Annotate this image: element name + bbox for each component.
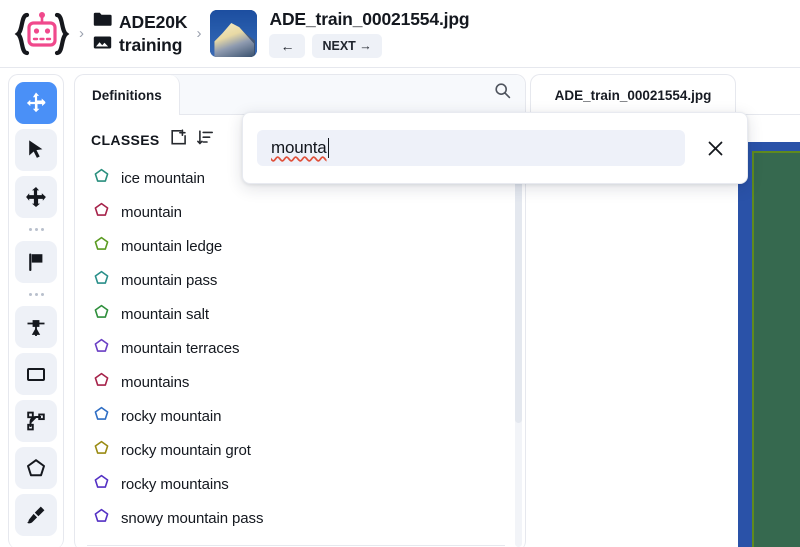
next-image-button[interactable]: NEXT →: [312, 34, 382, 58]
sort-icon[interactable]: [196, 129, 214, 151]
close-icon[interactable]: [697, 130, 733, 166]
classes-header-label: CLASSES: [91, 132, 160, 148]
move-arrows-icon: [25, 92, 47, 114]
brush-tool[interactable]: [15, 494, 57, 536]
breadcrumb-separator-1: ›: [79, 25, 84, 42]
class-label: snowy mountain pass: [121, 509, 264, 527]
page-title: ADE_train_00021554.jpg: [269, 9, 470, 29]
class-label: rocky mountain grot: [121, 441, 251, 459]
list-item[interactable]: rocky mountains: [75, 467, 525, 501]
class-color-pentagon-icon: [93, 303, 110, 325]
class-color-pentagon-icon: [93, 235, 110, 257]
breadcrumb-dataset-label: ADE20K: [119, 11, 188, 32]
mountain-thumbnail[interactable]: [210, 10, 258, 57]
image-nav-buttons: ← NEXT →: [269, 34, 469, 58]
four-way-drag-icon: [25, 186, 47, 208]
tab-image-file[interactable]: ADE_train_00021554.jpg: [530, 74, 736, 115]
list-item[interactable]: mountain: [75, 195, 525, 229]
annotation-canvas[interactable]: [738, 142, 800, 547]
skeleton-tool[interactable]: [15, 400, 57, 442]
tab-definitions[interactable]: Definitions: [75, 75, 180, 115]
class-color-pentagon-icon: [93, 507, 110, 529]
keypoint-icon: [25, 316, 47, 338]
folder-icon: [93, 12, 112, 32]
tool-group-divider-2: [28, 288, 44, 301]
breadcrumb-separator-2: ›: [196, 25, 202, 42]
classes-list: ice mountain mountain mountain ledge mou…: [75, 159, 525, 535]
class-color-pentagon-icon: [93, 371, 110, 393]
list-item[interactable]: mountain pass: [75, 263, 525, 297]
pan-tool[interactable]: [15, 176, 57, 218]
class-color-pentagon-icon: [93, 269, 110, 291]
select-tool[interactable]: [15, 129, 57, 171]
add-class-icon[interactable]: [170, 129, 187, 151]
search-input-value: mounta: [271, 138, 327, 157]
class-label: rocky mountains: [121, 475, 229, 493]
segmentation-region[interactable]: [752, 151, 800, 547]
search-icon[interactable]: [494, 82, 511, 104]
panel-divider: [87, 545, 505, 546]
pentagon-icon: [25, 457, 47, 479]
class-search-popup: mounta: [242, 112, 748, 184]
file-title-group: ADE_train_00021554.jpg ← NEXT →: [269, 9, 470, 58]
list-item[interactable]: snowy mountain pass: [75, 501, 525, 535]
class-label: mountain salt: [121, 305, 209, 323]
list-item[interactable]: mountains: [75, 365, 525, 399]
robot-logo-icon[interactable]: [14, 9, 70, 59]
class-label: mountain: [121, 203, 182, 221]
definitions-tabstrip: Definitions: [75, 75, 525, 115]
flag-icon: [26, 251, 46, 273]
class-color-pentagon-icon: [93, 201, 110, 223]
image-folder-icon: [93, 35, 112, 55]
class-label: rocky mountain: [121, 407, 222, 425]
class-label: mountains: [121, 373, 190, 391]
list-item[interactable]: mountain ledge: [75, 229, 525, 263]
class-color-pentagon-icon: [93, 473, 110, 495]
breadcrumb-dataset[interactable]: ADE20K training: [93, 11, 188, 56]
move-tool[interactable]: [15, 82, 57, 124]
class-color-pentagon-icon: [93, 439, 110, 461]
node-graph-icon: [25, 410, 47, 432]
class-label: mountain terraces: [121, 339, 240, 357]
class-label: mountain ledge: [121, 237, 223, 255]
list-item[interactable]: rocky mountain grot: [75, 433, 525, 467]
class-color-pentagon-icon: [93, 405, 110, 427]
brush-icon: [25, 504, 47, 526]
cursor-arrow-icon: [26, 139, 46, 161]
list-item[interactable]: mountain terraces: [75, 331, 525, 365]
flag-tool[interactable]: [15, 241, 57, 283]
bbox-tool[interactable]: [15, 353, 57, 395]
tool-group-divider: [28, 223, 44, 236]
class-color-pentagon-icon: [93, 337, 110, 359]
prev-image-button[interactable]: ←: [269, 34, 306, 58]
polygon-tool[interactable]: [15, 447, 57, 489]
list-item[interactable]: mountain salt: [75, 297, 525, 331]
class-label: mountain pass: [121, 271, 218, 289]
tool-rail: [8, 74, 64, 547]
breadcrumb-bar: › ADE20K training › ADE_train_00021554.j…: [0, 0, 800, 68]
annotation-app-window: › ADE20K training › ADE_train_00021554.j…: [0, 0, 800, 547]
list-item[interactable]: rocky mountain: [75, 399, 525, 433]
classes-scrollbar[interactable]: [515, 123, 522, 547]
keypoint-tool[interactable]: [15, 306, 57, 348]
class-label: ice mountain: [121, 169, 205, 187]
search-input[interactable]: mounta: [257, 130, 685, 166]
class-color-pentagon-icon: [93, 167, 110, 189]
breadcrumb-split-label: training: [119, 34, 183, 55]
text-caret: [327, 138, 330, 158]
rectangle-icon: [25, 363, 47, 385]
